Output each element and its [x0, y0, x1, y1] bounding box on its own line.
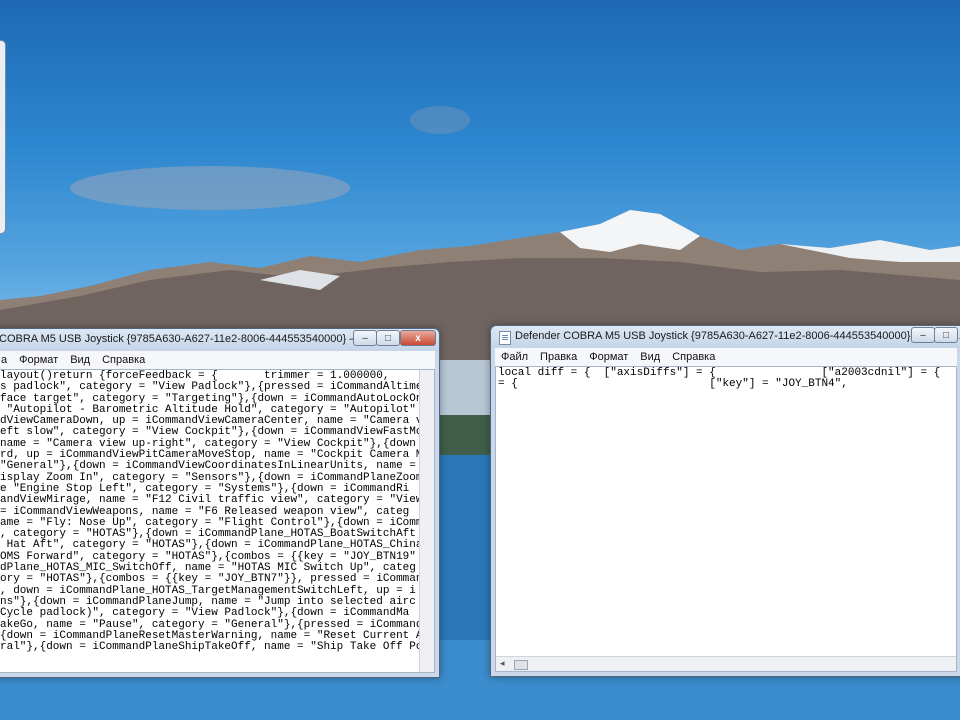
- menu-format[interactable]: Формат: [13, 354, 64, 366]
- code-line: s padlock", category = "View Padlock"},{…: [0, 381, 423, 394]
- window-title: COBRA M5 USB Joystick {9785A630-A627-11e…: [0, 333, 405, 345]
- code-line: ral"},{down = iCommandPlaneShipTakeOff, …: [0, 641, 423, 654]
- title-bar[interactable]: Defender COBRA M5 USB Joystick {9785A630…: [491, 326, 960, 348]
- text-editor[interactable]: local diff = { ["axisDiffs"] = { ["a2003…: [495, 366, 957, 672]
- title-bar[interactable]: COBRA M5 USB Joystick {9785A630-A627-11e…: [0, 329, 439, 351]
- menu-help[interactable]: Справка: [666, 351, 721, 363]
- editor-content: layout()return {forceFeedback = { trimme…: [0, 370, 434, 654]
- minimize-icon: –: [362, 333, 368, 344]
- code-line: = { ["key"] = "JOY_BTN4",: [498, 378, 848, 391]
- vertical-scrollbar[interactable]: [419, 370, 434, 672]
- maximize-icon: □: [942, 330, 950, 341]
- code-line: ory = "HOTAS"},{combos = {{key = "JOY_BT…: [0, 573, 423, 586]
- scroll-left-icon[interactable]: ◂: [500, 658, 505, 669]
- menu-edit[interactable]: Правка: [534, 351, 583, 363]
- text-editor[interactable]: layout()return {forceFeedback = { trimme…: [0, 369, 435, 673]
- maximize-button[interactable]: □: [376, 330, 400, 346]
- code-line: andViewMirage, name = "F12 Civil traffic…: [0, 494, 423, 507]
- minimize-icon: –: [920, 330, 926, 341]
- maximize-icon: □: [384, 333, 392, 344]
- menu-view[interactable]: Вид: [64, 354, 96, 366]
- menu-view[interactable]: Вид: [634, 351, 666, 363]
- menu-file[interactable]: а: [0, 354, 13, 366]
- minimize-button[interactable]: –: [353, 330, 377, 346]
- horizontal-scrollbar[interactable]: ◂: [496, 656, 956, 671]
- window-title: Defender COBRA M5 USB Joystick {9785A630…: [515, 330, 960, 342]
- minimize-button[interactable]: –: [911, 327, 935, 343]
- menu-format[interactable]: Формат: [583, 351, 634, 363]
- close-icon: x: [415, 333, 421, 344]
- menu-help[interactable]: Справка: [96, 354, 151, 366]
- maximize-button[interactable]: □: [934, 327, 958, 343]
- background-window-edge[interactable]: 1 3: [0, 40, 6, 234]
- code-line: Cycle padlock)", category = "View Padloc…: [0, 607, 410, 620]
- notepad-window-right[interactable]: Defender COBRA M5 USB Joystick {9785A630…: [490, 325, 960, 677]
- editor-content: local diff = { ["axisDiffs"] = { ["a2003…: [496, 367, 956, 392]
- code-line: "General"},{down = iCommandViewCoordinat…: [0, 460, 416, 473]
- menu-file[interactable]: Файл: [495, 351, 534, 363]
- scroll-thumb[interactable]: [514, 660, 528, 670]
- menu-bar: Файл Правка Формат Вид Справка: [495, 348, 957, 366]
- close-button[interactable]: x: [400, 330, 436, 346]
- notepad-icon: [499, 331, 511, 345]
- menu-bar: а Формат Вид Справка: [0, 351, 435, 369]
- notepad-window-left[interactable]: COBRA M5 USB Joystick {9785A630-A627-11e…: [0, 328, 440, 678]
